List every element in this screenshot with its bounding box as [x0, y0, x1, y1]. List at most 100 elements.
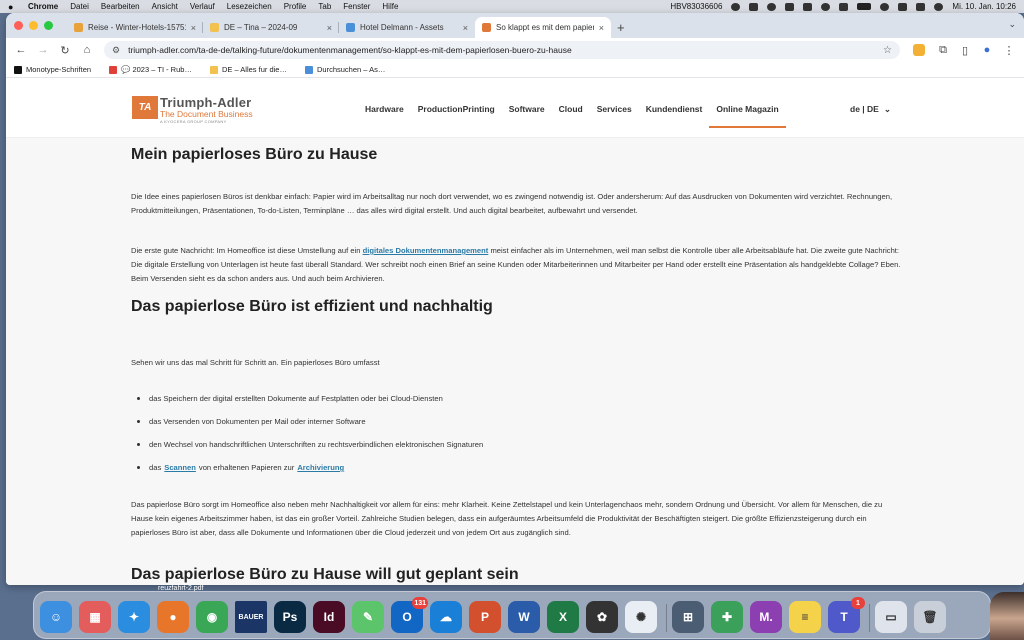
nav-productionprinting[interactable]: ProductionPrinting: [411, 104, 502, 128]
profile-avatar-icon[interactable]: ●: [978, 41, 996, 59]
browser-tab[interactable]: Reise - Winter-Hotels-15751… ×: [67, 17, 203, 38]
siri-icon[interactable]: [934, 2, 944, 11]
wifi-icon[interactable]: [880, 2, 890, 11]
status-icon-3[interactable]: [767, 2, 777, 11]
nav-online-magazin[interactable]: Online Magazin: [709, 104, 787, 128]
menu-ansicht[interactable]: Ansicht: [152, 2, 178, 11]
browser-tab[interactable]: DE – Tina – 2024-09 ×: [203, 17, 339, 38]
link-archivierung[interactable]: Archivierung: [297, 463, 344, 472]
outlook-icon[interactable]: O 131: [391, 597, 428, 633]
status-icon-2[interactable]: [749, 2, 759, 11]
menu-verlauf[interactable]: Verlauf: [190, 2, 215, 11]
address-bar-url[interactable]: triumph-adler.com/ta-de-de/talking-futur…: [128, 45, 883, 55]
finder-icon[interactable]: ☺: [40, 601, 72, 633]
menubar-clock[interactable]: Mi. 10. Jan. 10:26: [952, 2, 1016, 11]
language-switcher[interactable]: de | DE ⌄: [850, 104, 891, 115]
launchpad-icon[interactable]: ▦: [79, 601, 111, 633]
tab-search-chevron-icon[interactable]: ⌄: [1008, 19, 1016, 30]
status-icon-6[interactable]: [821, 2, 831, 11]
status-icon-4[interactable]: [785, 2, 795, 11]
nav-hardware[interactable]: Hardware: [358, 104, 411, 128]
paragraph-klarheit: Das papierlose Büro sorgt im Homeoffice …: [131, 500, 883, 537]
close-window-button[interactable]: [14, 21, 23, 30]
bookmark-star-icon[interactable]: ☆: [883, 45, 892, 56]
dock: ☺ ▦ ✦ ● ◉ BAUER Ps Id ✎ O 131 ☁ P W X ✿ ✺ ⊞ ✚ M. ≡ T 1 ▭ 🗑: [33, 591, 991, 639]
link-digitales-dokumentenmanagement[interactable]: digitales Dokumentenmanagement: [363, 246, 489, 255]
nav-software[interactable]: Software: [502, 104, 552, 128]
nav-services[interactable]: Services: [590, 104, 639, 128]
browser-tab-active[interactable]: So klappt es mit dem papierlo… ×: [475, 17, 611, 38]
tab-close-icon[interactable]: ×: [327, 23, 332, 33]
safari-icon[interactable]: ✦: [118, 601, 150, 633]
search-icon[interactable]: [898, 2, 908, 11]
link-scannen[interactable]: Scannen: [164, 463, 196, 472]
logo-mark: TA: [132, 96, 158, 119]
status-icon-7[interactable]: [839, 2, 849, 11]
bookmark-favicon-icon: [14, 65, 22, 74]
excel-icon[interactable]: X: [547, 601, 579, 633]
powerpoint-icon[interactable]: P: [469, 601, 501, 633]
reload-button[interactable]: ↻: [56, 41, 74, 59]
trash-icon[interactable]: 🗑: [914, 601, 946, 633]
battery-icon[interactable]: [857, 3, 872, 10]
apple-menu-icon[interactable]: ●: [8, 2, 18, 12]
tab-close-icon[interactable]: ×: [599, 23, 604, 33]
pencil-icon[interactable]: ✎: [352, 601, 384, 633]
menu-bearbeiten[interactable]: Bearbeiten: [101, 2, 140, 11]
new-tab-button[interactable]: +: [611, 17, 631, 38]
menu-profile[interactable]: Profile: [284, 2, 307, 11]
nav-kundendienst[interactable]: Kundendienst: [639, 104, 710, 128]
menu-fenster[interactable]: Fenster: [343, 2, 370, 11]
tab-label: Hotel Delmann - Assets: [360, 23, 444, 32]
tab-close-icon[interactable]: ×: [463, 23, 468, 33]
bookmark-item[interactable]: 💬 2023 – TI - Rub…: [109, 65, 192, 74]
site-logo[interactable]: TA Triumph-Adler The Document Business A…: [132, 96, 253, 124]
palette-icon[interactable]: ✿: [586, 601, 618, 633]
list-item-text: von erhaltenen Papieren zur: [198, 463, 295, 472]
indesign-icon[interactable]: Id: [313, 601, 345, 633]
teams-icon[interactable]: T1: [828, 597, 865, 633]
control-center-icon[interactable]: [916, 2, 926, 11]
menu-datei[interactable]: Datei: [70, 2, 89, 11]
firefox-icon[interactable]: ●: [157, 601, 189, 633]
address-bar[interactable]: ⚙ triumph-adler.com/ta-de-de/talking-fut…: [104, 41, 900, 59]
bauer-icon[interactable]: BAUER: [235, 601, 267, 633]
word-icon[interactable]: W: [508, 601, 540, 633]
bookmark-item[interactable]: Durchsuchen – As…: [304, 65, 385, 74]
vpn-icon[interactable]: ✚: [711, 601, 743, 633]
nav-cloud[interactable]: Cloud: [552, 104, 590, 128]
onedrive-icon[interactable]: ☁: [430, 601, 462, 633]
menu-tab[interactable]: Tab: [318, 2, 331, 11]
vectorize-icon[interactable]: ✺: [625, 601, 657, 633]
bookmark-item[interactable]: Monotype-Schriften: [14, 65, 91, 74]
tab-close-icon[interactable]: ×: [191, 23, 196, 33]
status-icon-5[interactable]: [803, 2, 813, 11]
back-button[interactable]: ←: [12, 41, 30, 59]
macos-menubar: ● Chrome Datei Bearbeiten Ansicht Verlau…: [0, 0, 1024, 13]
extension-icon[interactable]: [913, 44, 925, 56]
browser-tab[interactable]: Hotel Delmann - Assets ×: [339, 17, 475, 38]
menu-lesezeichen[interactable]: Lesezeichen: [227, 2, 272, 11]
m-app-icon[interactable]: M.: [750, 601, 782, 633]
tab-favicon-icon: [210, 23, 219, 32]
fullscreen-window-button[interactable]: [44, 21, 53, 30]
device-name[interactable]: HBV83036606: [670, 2, 722, 11]
app-menu-chrome[interactable]: Chrome: [28, 2, 58, 11]
forward-button[interactable]: →: [34, 41, 52, 59]
minimize-window-button[interactable]: [29, 21, 38, 30]
extensions-puzzle-icon[interactable]: ⧉: [934, 41, 952, 59]
chrome-menu-icon[interactable]: ⋮: [1000, 41, 1018, 59]
network-drive-icon[interactable]: ⊞: [672, 601, 704, 633]
side-panel-icon[interactable]: ▯: [956, 41, 974, 59]
bookmark-item[interactable]: DE – Alles fur die…: [209, 65, 287, 74]
home-button[interactable]: ⌂: [78, 41, 96, 59]
bullet-dot: [137, 466, 140, 469]
notes-icon[interactable]: ≡: [789, 601, 821, 633]
window-preview-icon[interactable]: ▭: [875, 601, 907, 633]
chrome-icon[interactable]: ◉: [196, 601, 228, 633]
status-icon-1[interactable]: [731, 2, 741, 11]
section-heading-geplant: Das papierlose Büro zu Hause will gut ge…: [131, 566, 519, 583]
site-info-icon[interactable]: ⚙: [112, 45, 120, 56]
photoshop-icon[interactable]: Ps: [274, 601, 306, 633]
menu-hilfe[interactable]: Hilfe: [382, 2, 398, 11]
